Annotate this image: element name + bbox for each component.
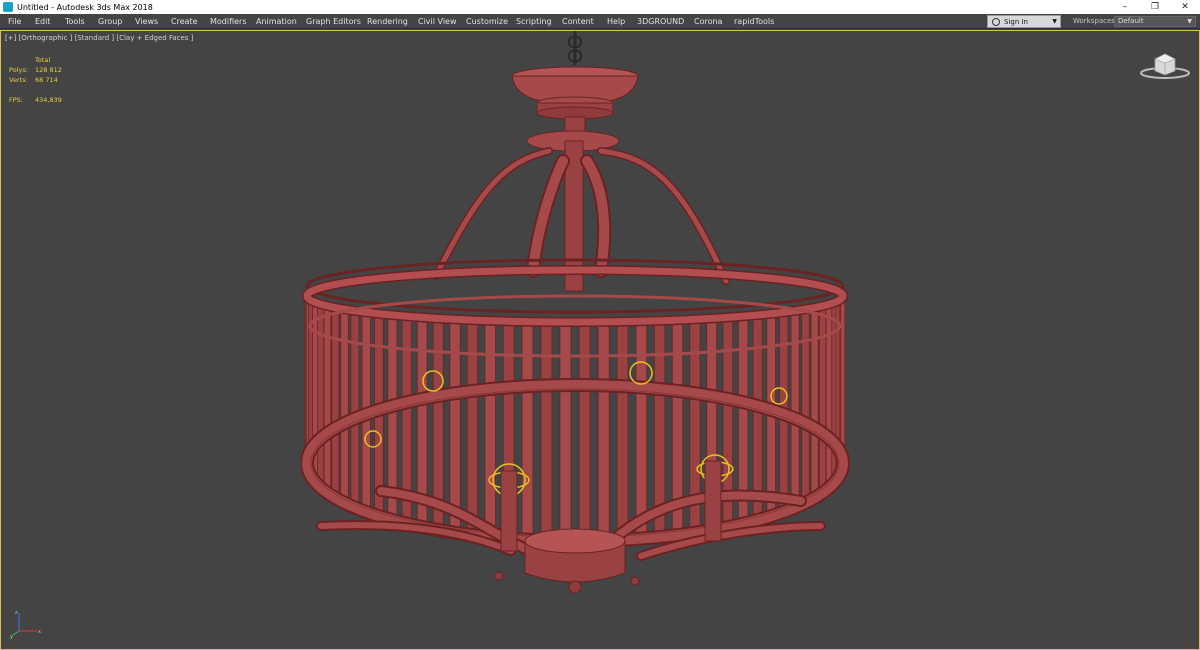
drum-slat [331,307,340,499]
chevron-down-icon: ▼ [1187,18,1192,25]
app-icon[interactable] [3,2,13,12]
title-bar: Untitled - Autodesk 3ds Max 2018 – ❐ ✕ [0,0,1200,14]
menu-bar: File Edit Tools Group Views Create Modifiers An… [0,14,1200,29]
menu-edit[interactable]: Edit [35,14,51,29]
drum-slat [818,305,827,494]
drum-slat [317,303,325,489]
menu-modifiers[interactable]: Modifiers [210,14,247,29]
drum-slat [810,307,819,499]
viewcube-icon[interactable] [1139,49,1191,81]
hanging-chain [568,31,582,65]
svg-text:z: z [15,610,18,616]
perspective-viewport[interactable]: [+] [Orthographic ] [Standard ] [Clay + … [0,30,1200,650]
menu-views[interactable]: Views [135,14,158,29]
drum-slat [840,296,846,467]
menu-graph-editors[interactable]: Graph Editors [306,14,361,29]
fps-row: FPS: 434,839 [9,95,62,105]
stats-header: Total [35,56,51,64]
fps-label: FPS: [9,96,23,104]
user-icon [992,17,1000,26]
viewport-label-menu[interactable]: [+] [Orthographic ] [Standard ] [Clay + … [5,34,193,42]
menu-scripting[interactable]: Scripting [516,14,552,29]
verts-label: Verts: [9,76,28,84]
verts-row: Verts: 68 714 [9,75,62,85]
menu-animation[interactable]: Animation [256,14,297,29]
viewport-statistics: Total Polys: 128 812 Verts: 68 714 FPS: … [9,55,62,105]
menu-tools[interactable]: Tools [65,14,85,29]
polys-row: Polys: 128 812 [9,65,62,75]
menu-help[interactable]: Help [607,14,625,29]
menu-content[interactable]: Content [562,14,594,29]
drum-slat [350,310,360,508]
window-controls: – ❐ ✕ [1110,0,1200,14]
drum-slats [304,296,846,542]
drum-slat [340,308,349,504]
svg-text:y: y [10,634,13,639]
menu-group[interactable]: Group [98,14,122,29]
workspaces-select[interactable]: Default ▼ [1114,16,1196,27]
menu-civil-view[interactable]: Civil View [418,14,457,29]
svg-text:x: x [38,629,41,635]
drum-slat [790,310,800,508]
ceiling-canopy [511,66,639,152]
menu-file[interactable]: File [8,14,21,29]
workspaces-value: Default [1118,17,1144,25]
sign-in-dropdown[interactable]: Sign In ▼ [987,15,1061,28]
drum-slat [323,305,332,494]
restore-button[interactable]: ❐ [1140,0,1170,14]
close-button[interactable]: ✕ [1170,0,1200,14]
workspaces-label: Workspaces: [1073,17,1118,25]
drum-slat [801,308,810,504]
menu-create[interactable]: Create [171,14,198,29]
fps-value: 434,839 [35,96,62,104]
menu-customize[interactable]: Customize [466,14,508,29]
verts-value: 68 714 [35,76,58,84]
menu-rapidtools[interactable]: rapidTools [734,14,774,29]
drum-slat [752,314,763,521]
window-title: Untitled - Autodesk 3ds Max 2018 [17,2,153,12]
menu-3dground[interactable]: 3DGROUND [637,14,684,29]
menu-corona[interactable]: Corona [694,14,722,29]
polys-value: 128 812 [35,66,62,74]
axis-tripod-icon: z x y [10,610,41,639]
chandelier-model[interactable] [301,31,861,621]
menu-rendering[interactable]: Rendering [367,14,408,29]
sign-in-label: Sign In [1004,17,1028,26]
minimize-button[interactable]: – [1110,0,1140,14]
polys-label: Polys: [9,66,28,74]
chevron-down-icon: ▼ [1052,18,1057,25]
